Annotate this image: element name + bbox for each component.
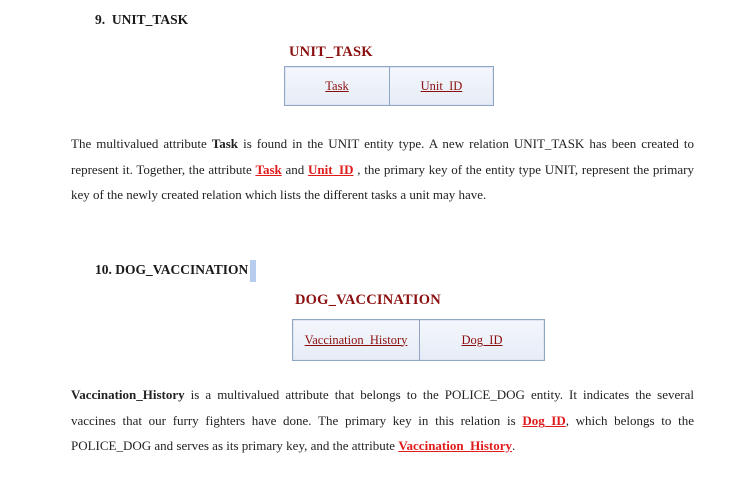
section-heading-unit-task: 9. UNIT_TASK [95, 12, 189, 27]
relation-table-dog-vaccination: Vaccination_History Dog_ID [292, 319, 545, 361]
key-vaccination-history: Vaccination_History [398, 438, 512, 453]
attribute-task: Task [325, 78, 349, 93]
attribute-unit-id: Unit_ID [389, 67, 493, 105]
relation-title-dog-vaccination: DOG_VACCINATION [295, 292, 441, 308]
section-heading-dog-vaccination: 10. DOG_VACCINATION [95, 260, 257, 282]
paragraph-unit-task: The multivalued attribute Task is found … [71, 136, 694, 202]
key-dog-id: Dog_ID [522, 412, 566, 428]
relation-title-unit-task: UNIT_TASK [289, 44, 373, 60]
paragraph-dog-vaccination: Vaccination_History is a multivalued att… [71, 387, 694, 453]
key-task: Task [255, 161, 282, 177]
key-unit-id: Unit_ID [307, 161, 354, 177]
relation-table-unit-task: Task Unit_ID [284, 66, 494, 106]
text-cursor-highlight [250, 260, 257, 282]
attribute-vaccination-history: Vaccination_History [304, 332, 408, 347]
attribute-dog-id: Dog_ID [419, 320, 544, 360]
